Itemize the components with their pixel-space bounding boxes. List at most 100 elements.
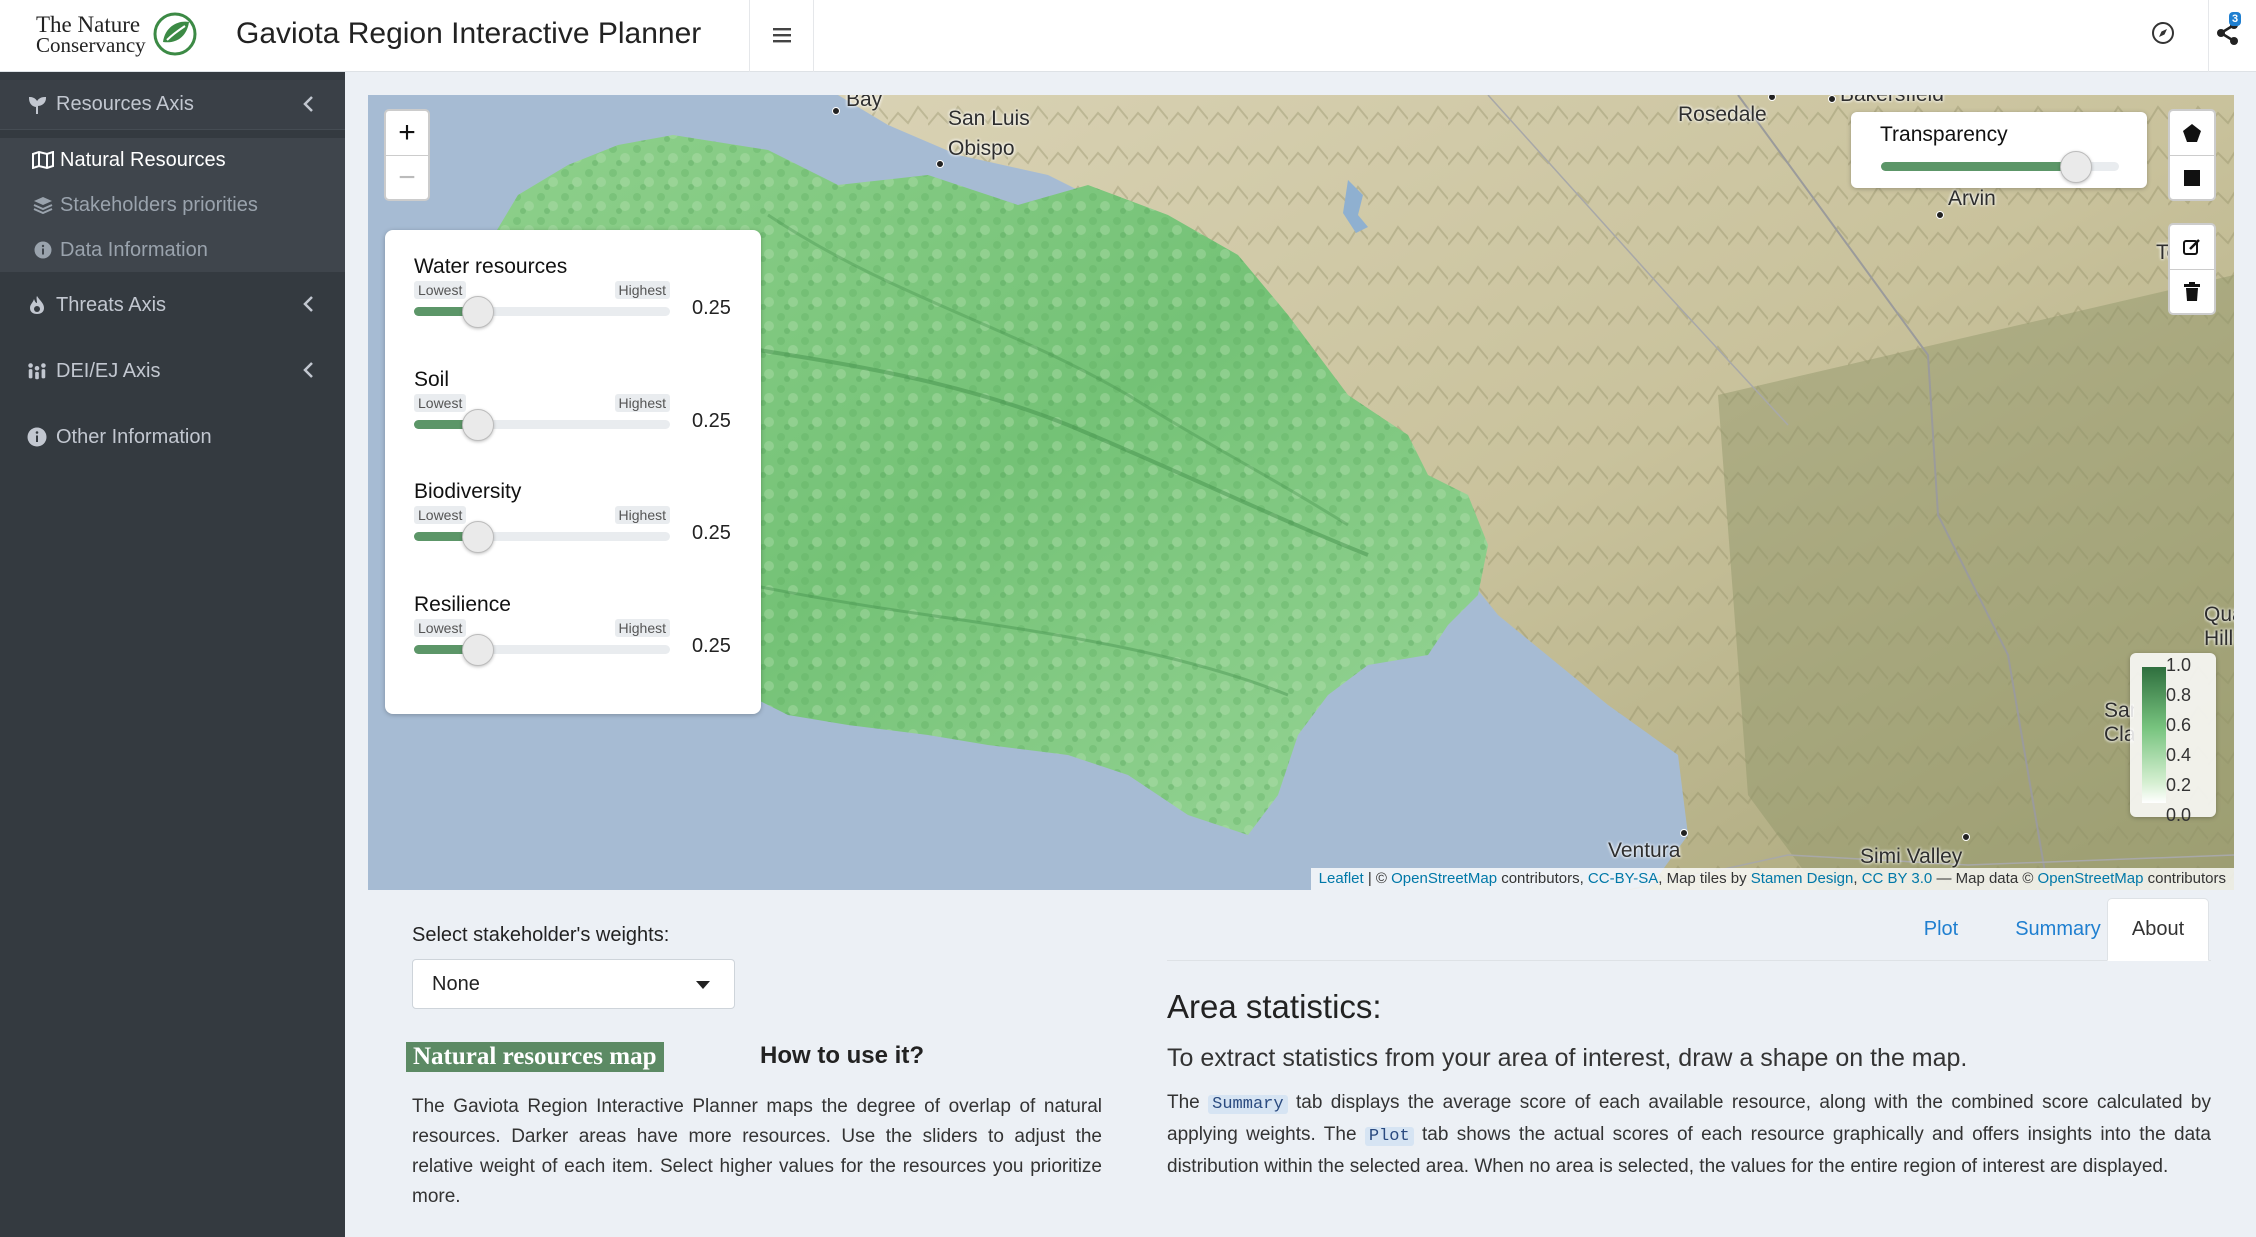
slider-value: 0.25 [692, 410, 731, 432]
city-marker [1936, 211, 1944, 219]
slider-min-label: Lowest [414, 281, 467, 299]
place-label: Bay [846, 95, 883, 111]
slider-handle[interactable] [462, 521, 494, 553]
zoom-in-button[interactable]: + [386, 111, 428, 155]
fire-icon [26, 295, 48, 315]
sidebar-item-label: Resources Axis [56, 93, 194, 115]
cc-by-sa-link[interactable]: CC-BY-SA [1588, 870, 1658, 887]
natural-resources-map-heading: Natural resources map [406, 1042, 664, 1072]
sidebar-item-resources-axis[interactable]: Resources Axis [0, 80, 345, 130]
interactive-map[interactable]: Bay San Luis Obispo Rosedale Bakersfield… [368, 95, 2234, 890]
resilience-slider: Resilience Lowest Highest 0.25 [414, 593, 744, 666]
biodiversity-slider: Biodiversity Lowest Highest 0.25 [414, 480, 744, 553]
slider-handle[interactable] [462, 409, 494, 441]
stamen-link[interactable]: Stamen Design [1751, 870, 1854, 887]
leaflet-link[interactable]: Leaflet [1319, 870, 1364, 887]
slider-max-label: Highest [614, 619, 670, 637]
natural-resources-description: The Gaviota Region Interactive Planner m… [412, 1096, 1102, 1207]
transparency-slider-fill [1881, 162, 2077, 171]
slider-min-label: Lowest [414, 619, 467, 637]
city-marker [1962, 833, 1970, 841]
transparency-slider-handle[interactable] [2060, 151, 2093, 183]
sidebar-item-other-information[interactable]: Other Information [0, 412, 345, 462]
draw-toolbar [2168, 109, 2216, 201]
slider-track[interactable] [414, 296, 670, 328]
map-attribution: Leaflet | © OpenStreetMap contributors , … [1310, 868, 2234, 890]
transparency-slider-track[interactable] [1881, 151, 2119, 183]
hamburger-menu-icon[interactable] [770, 23, 794, 47]
chevron-left-icon [301, 294, 315, 320]
sidebar-item-label: Natural Resources [60, 148, 226, 171]
map-icon [32, 151, 54, 169]
people-icon [26, 361, 48, 381]
polygon-icon [2183, 124, 2201, 142]
compass-icon[interactable] [2150, 20, 2176, 46]
slider-label: Biodiversity [414, 480, 522, 503]
tab-about[interactable]: About [2107, 898, 2209, 961]
slider-label: Resilience [414, 593, 511, 616]
transparency-control: Transparency [1851, 112, 2147, 188]
city-marker [936, 160, 944, 168]
attribution-text: , [1853, 870, 1862, 887]
slider-track[interactable] [414, 409, 670, 441]
slider-track[interactable] [414, 634, 670, 666]
header-divider [2208, 0, 2209, 72]
sidebar-item-stakeholders-priorities[interactable]: Stakeholders priorities [0, 185, 345, 225]
edit-layers-button[interactable] [2170, 225, 2214, 269]
delete-layers-button[interactable] [2170, 269, 2214, 313]
sidebar-item-label: Stakeholders priorities [60, 193, 258, 216]
stakeholder-weights-select[interactable]: None [412, 959, 735, 1009]
tab-summary[interactable]: Summary [1995, 898, 2121, 960]
slider-handle[interactable] [462, 634, 494, 666]
app-title: Gaviota Region Interactive Planner [236, 17, 702, 50]
place-label: Simi Valley [1860, 845, 1963, 868]
cc-by-link[interactable]: CC BY 3.0 [1862, 870, 1933, 887]
slider-track[interactable] [414, 521, 670, 553]
area-statistics-subtitle: To extract statistics from your area of … [1167, 1044, 1968, 1072]
attribution-text: — Map data © [1932, 870, 2038, 887]
slider-min-label: Lowest [414, 394, 467, 412]
stats-tabs: Plot Summary About [1167, 898, 2211, 961]
sidebar-item-dei-ej-axis[interactable]: DEI/EJ Axis [0, 346, 345, 396]
seedling-icon [26, 95, 48, 115]
attribution-text: contributors, [1497, 870, 1588, 887]
how-to-use-heading: How to use it? [760, 1042, 924, 1069]
place-label: San Luis [948, 107, 1030, 130]
edit-toolbar [2168, 223, 2216, 315]
slider-label: Water resources [414, 255, 568, 278]
trash-icon [2184, 281, 2200, 301]
city-marker [832, 107, 840, 115]
zoom-control: + − [384, 109, 430, 201]
city-marker [1680, 829, 1688, 837]
sidebar-item-natural-resources[interactable]: Natural Resources [0, 140, 345, 180]
attribution-text: | © [1363, 870, 1392, 887]
slider-max-label: Highest [614, 394, 670, 412]
layers-icon [32, 196, 54, 214]
sidebar-item-label: DEI/EJ Axis [56, 359, 161, 382]
zoom-out-button[interactable]: − [386, 155, 428, 199]
city-marker [1828, 95, 1836, 103]
slider-handle[interactable] [462, 296, 494, 328]
legend-tick: 0.8 [2166, 685, 2192, 705]
legend-tick: 0.4 [2166, 745, 2192, 765]
stakeholder-select-label: Select stakeholder's weights: [412, 924, 670, 946]
notification-badge: 3 [2229, 12, 2242, 26]
osm-data-link[interactable]: OpenStreetMap [2038, 870, 2144, 887]
water-resources-slider: Water resources Lowest Highest 0.25 [414, 255, 744, 328]
draw-polygon-button[interactable] [2170, 111, 2214, 155]
tab-plot[interactable]: Plot [1889, 898, 1993, 960]
brand-text: The Nature Conservancy [36, 13, 146, 56]
slider-max-label: Highest [614, 281, 670, 299]
draw-rectangle-button[interactable] [2170, 155, 2214, 199]
osm-link[interactable]: OpenStreetMap [1391, 870, 1497, 887]
sidebar: Resources Axis Natural Resources Stakeho… [0, 72, 345, 1237]
rectangle-icon [2184, 169, 2200, 186]
plot-keyword: Plot [1364, 1127, 1414, 1146]
header-divider [813, 0, 814, 72]
chevron-left-icon [301, 94, 315, 120]
slider-value: 0.25 [692, 522, 731, 544]
color-legend: 1.0 0.8 0.6 0.4 0.2 0.0 [2130, 653, 2216, 825]
sidebar-item-data-information[interactable]: Data Information [0, 230, 345, 270]
header-divider [749, 0, 750, 72]
sidebar-item-threats-axis[interactable]: Threats Axis [0, 280, 345, 330]
